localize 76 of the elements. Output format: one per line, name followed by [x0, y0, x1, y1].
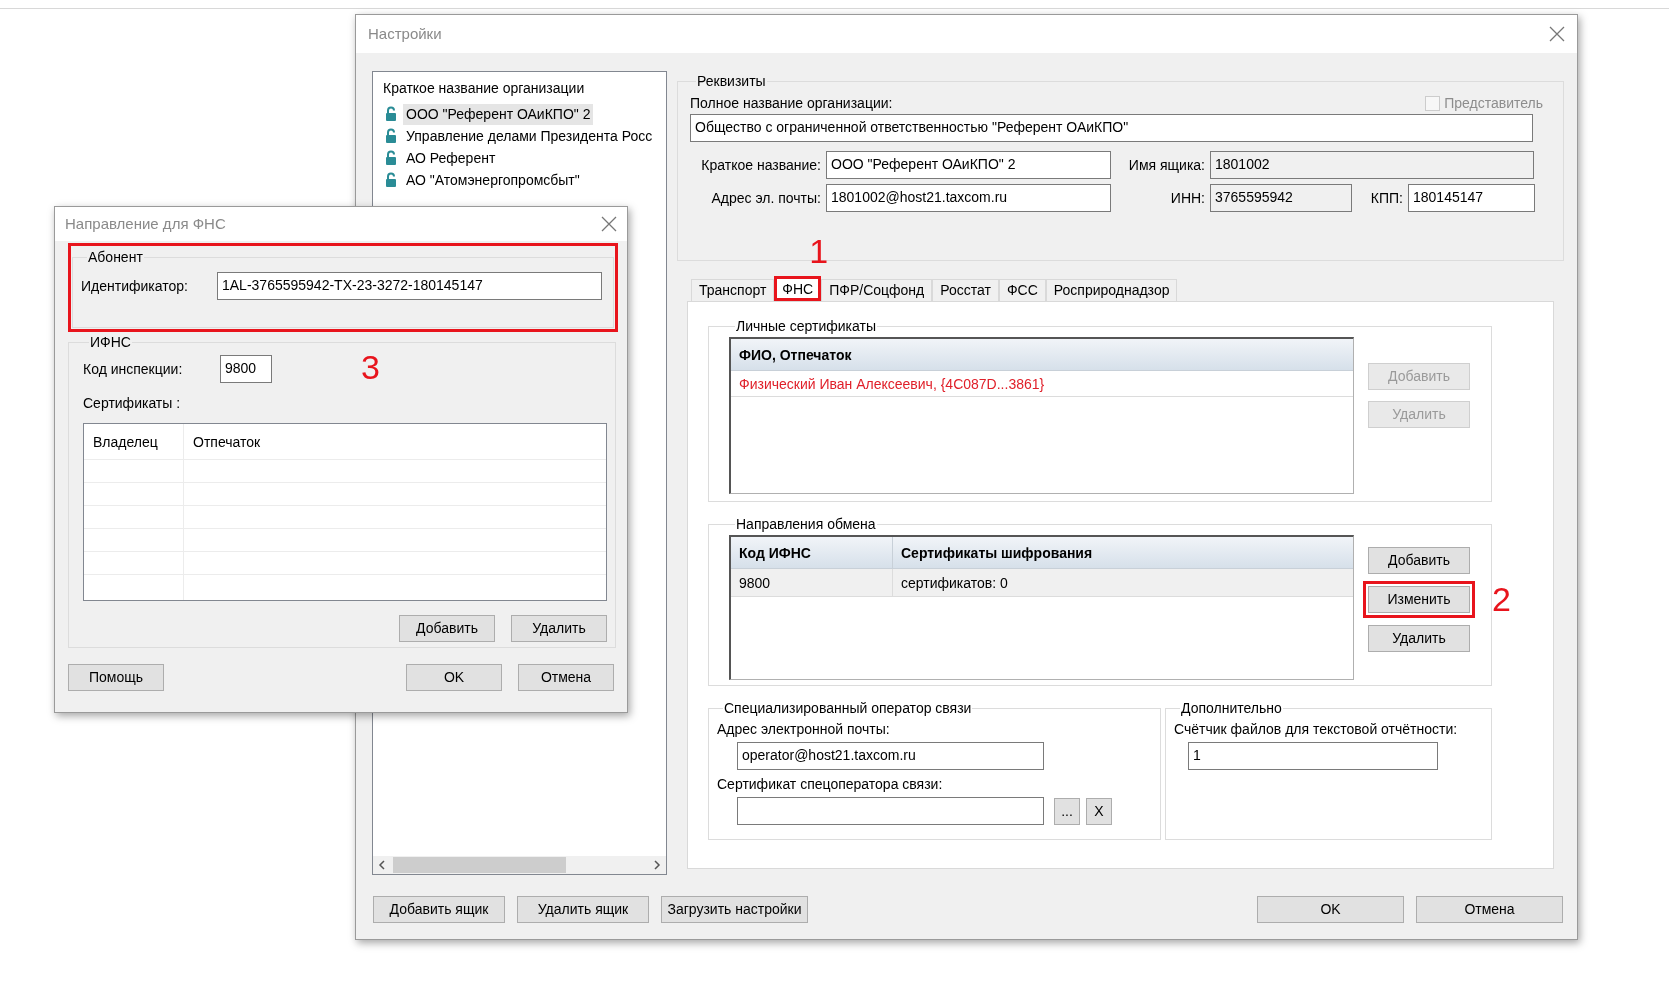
group-title: ИФНС [89, 333, 132, 352]
column-header: Владелец [92, 433, 159, 452]
field-label: КПП: [1369, 188, 1404, 208]
button[interactable]: OK [1257, 896, 1404, 923]
field-label: Счётчик файлов для текстовой отчётности: [1174, 720, 1459, 739]
input-field[interactable]: 1AL-3765595942-TX-23-3272-180145147 [217, 272, 602, 300]
table-cell-text: сертификатов: 0 [900, 574, 1009, 593]
button[interactable]: Добавить [399, 615, 495, 642]
button[interactable]: Помощь [68, 664, 164, 691]
input-field[interactable]: Общество с ограниченной ответственностью "Референт ОАиКПО" [690, 114, 1533, 142]
group-title: Направления обмена [735, 515, 877, 534]
field-label: Краткое название: [700, 155, 822, 175]
scrollbar-thumb[interactable] [393, 857, 566, 873]
column-header: Код ИФНС [731, 537, 893, 568]
button[interactable]: Добавить ящик [373, 896, 505, 923]
padlock-icon [385, 128, 397, 144]
input-field[interactable]: ООО "Референт ОАиКПО" 2 [826, 151, 1111, 179]
button[interactable]: Удалить ящик [517, 896, 649, 923]
button[interactable]: ... [1054, 797, 1080, 825]
list-header: Краткое название организации [382, 79, 586, 98]
button[interactable]: X [1086, 797, 1112, 825]
tab[interactable]: ФСС [998, 279, 1046, 301]
column-header: Сертификаты шифрования [900, 544, 1094, 563]
table-cell: 9800 [731, 569, 893, 596]
scrollbar[interactable] [373, 856, 666, 874]
field-label: Полное название организации: [690, 94, 893, 113]
button[interactable]: Добавить [1368, 547, 1470, 574]
annotation-number: 1 [809, 234, 829, 268]
close-icon[interactable] [1549, 26, 1565, 42]
group-title: Специализированный оператор связи [723, 699, 973, 718]
field-label: Сертификаты : [83, 394, 182, 413]
field-label: Адрес эл. почты: [710, 188, 822, 208]
input-field[interactable]: 180145147 [1408, 184, 1535, 212]
field-label: Имя ящика: [1127, 155, 1206, 175]
tab[interactable]: Росстат [932, 279, 999, 301]
input-field[interactable]: 9800 [220, 355, 272, 383]
window-title: Направление для ФНС [65, 213, 226, 234]
org-list-item[interactable]: Управление делами Президента Росс [403, 125, 656, 147]
org-list-item[interactable]: ООО "Референт ОАиКПО" 2 [403, 103, 594, 125]
tab[interactable]: Транспорт [691, 279, 775, 301]
annotation-number: 3 [361, 350, 380, 384]
org-list-item[interactable]: АО "Атомэнергопромсбыт" [403, 169, 583, 191]
annotation-number: 2 [1492, 582, 1511, 616]
input-field[interactable]: operator@host21.taxcom.ru [737, 742, 1044, 770]
button[interactable]: Изменить [1368, 586, 1470, 613]
field-label: ИНН: [1169, 188, 1206, 208]
window-title: Настройки [368, 23, 442, 44]
tab[interactable]: Росприроднадзор [1045, 279, 1178, 301]
input-field[interactable] [737, 797, 1044, 825]
group-title: Реквизиты [696, 72, 767, 91]
field-label: Сертификат спецоператора связи: [717, 775, 944, 794]
column-header: ФИО, Отпечаток [731, 339, 1353, 371]
table-cell: Физический Иван Алексеевич, {4C087D...3861} [731, 371, 1353, 397]
field-label: Код инспекции: [83, 359, 184, 379]
input-field[interactable]: 1 [1188, 742, 1438, 770]
padlock-icon [385, 150, 397, 166]
button[interactable]: Удалить [1368, 625, 1470, 652]
annotation-box [774, 276, 822, 301]
field-label: Идентификатор: [81, 276, 189, 296]
button[interactable]: Загрузить настройки [661, 896, 808, 923]
close-icon[interactable] [601, 216, 617, 232]
tab[interactable]: ПФР/Соцфонд [821, 279, 933, 301]
org-list-item[interactable]: АО Референт [403, 147, 499, 169]
button[interactable]: Удалить [511, 615, 607, 642]
group-title: Абонент [87, 248, 144, 267]
button[interactable]: Отмена [518, 664, 614, 691]
input-field[interactable]: 1801002@host21.taxcom.ru [826, 184, 1111, 212]
checkbox-label: Представитель [1444, 94, 1543, 113]
padlock-icon [385, 106, 397, 122]
field-label: Адрес электронной почты: [717, 720, 891, 739]
button[interactable]: OK [406, 664, 502, 691]
padlock-icon [385, 172, 397, 188]
group-title: Личные сертификаты [735, 317, 877, 336]
column-header: Отпечаток [192, 433, 262, 452]
group-title: Дополнительно [1180, 699, 1283, 718]
button[interactable]: Отмена [1416, 896, 1563, 923]
